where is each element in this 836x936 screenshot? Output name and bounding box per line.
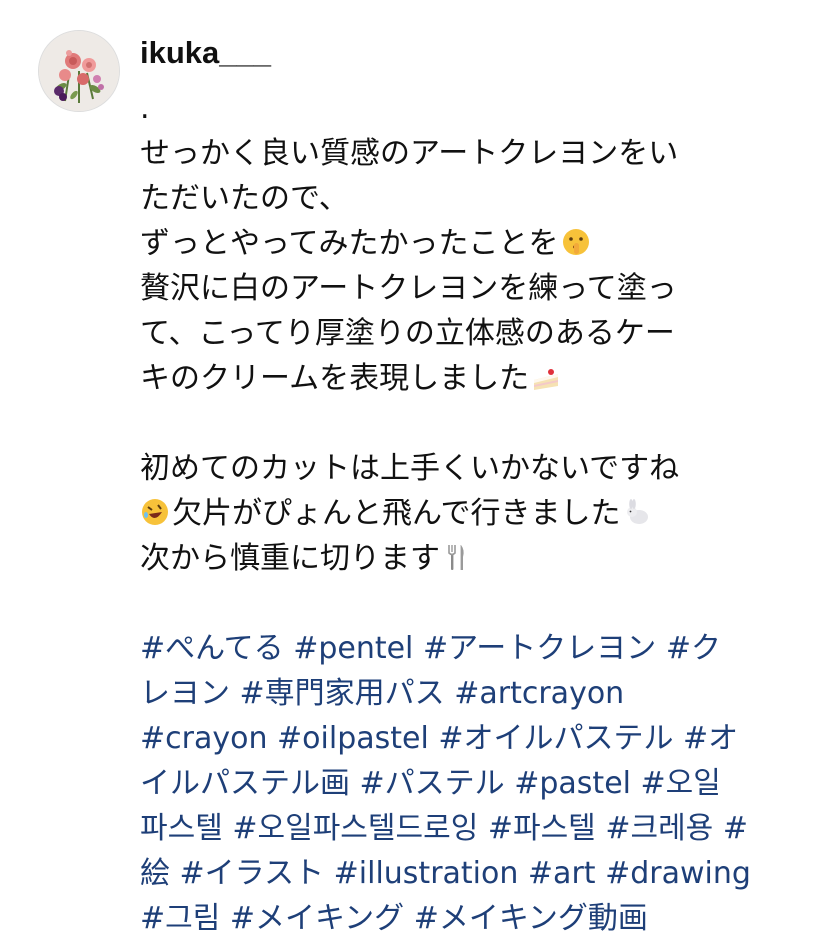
caption-text: . せっかく良い質感のアートクレヨンをい ただいたので、 ずっとやってみたかった… bbox=[140, 86, 790, 936]
hashtag-link[interactable]: #pentel bbox=[293, 631, 413, 666]
hashtag-link[interactable]: #파스텔 bbox=[488, 811, 596, 846]
hashtag-link[interactable]: #illustration bbox=[334, 856, 519, 891]
caption-line-text: 次から慎重に切ります bbox=[140, 541, 440, 576]
caption-line: 贅沢に白のアートクレヨンを練って塗っ bbox=[140, 271, 677, 306]
hashtag-link[interactable]: #アートクレヨン bbox=[423, 631, 656, 666]
caption-line-with-emoji: キのクリームを表現しました bbox=[140, 356, 790, 401]
hashtag-link[interactable]: #パステル bbox=[360, 766, 505, 801]
hashtag-link[interactable]: #オイルパステル bbox=[438, 721, 673, 756]
hashtag-link[interactable]: #crayon bbox=[140, 721, 267, 756]
rolling-on-floor-laughing-emoji bbox=[140, 495, 170, 540]
hashtag-line: #crayon #oilpastel #オイルパステル #オ bbox=[140, 716, 790, 761]
caption-line: ただいたので、 bbox=[140, 181, 349, 216]
hashtag-line: #ぺんてる #pentel #アートクレヨン #ク bbox=[140, 626, 790, 671]
hashtag-block: #ぺんてる #pentel #アートクレヨン #ク レヨン #専門家用パス #a… bbox=[140, 626, 790, 936]
hashtag-link[interactable]: #artcrayon bbox=[454, 676, 624, 711]
hashtag-link[interactable]: #専門家用パス bbox=[240, 676, 445, 711]
fork-and-knife-emoji bbox=[442, 540, 472, 585]
hashtag-line: 絵 #イラスト #illustration #art #drawing bbox=[140, 851, 790, 896]
hashtag-link[interactable]: #オ bbox=[683, 721, 738, 756]
caption-line: . bbox=[140, 91, 150, 126]
flower-bouquet-icon bbox=[39, 31, 119, 111]
hashtag-link[interactable]: #그림 bbox=[140, 901, 220, 936]
caption-line: 初めてのカットは上手くいかないですね bbox=[140, 451, 680, 486]
rabbit-emoji bbox=[623, 495, 653, 540]
hashtag-link[interactable]: #ク bbox=[666, 631, 721, 666]
hashtag-line: イルパステル画 #パステル #pastel #오일 bbox=[140, 761, 790, 806]
hashtag-link[interactable]: #イラスト bbox=[180, 856, 325, 891]
hashtag-link[interactable]: #メイキング bbox=[230, 901, 404, 936]
hashtag-link[interactable]: イルパステル画 bbox=[140, 766, 350, 801]
shortcake-emoji bbox=[531, 360, 561, 405]
instagram-post-caption: ikuka___ . せっかく良い質感のアートクレヨンをい ただいたので、 ずっ… bbox=[0, 0, 836, 936]
caption-line-text: 欠片がぴょんと飛んで行きました bbox=[172, 496, 621, 531]
hashtag-link[interactable]: #오일 bbox=[641, 766, 721, 801]
hashtag-link[interactable]: 파스텔 bbox=[140, 811, 223, 846]
avatar[interactable] bbox=[38, 30, 120, 112]
hashtag-link[interactable]: レヨン bbox=[140, 676, 230, 711]
hashtag-line: #그림 #メイキング #メイキング動画 bbox=[140, 896, 790, 936]
caption-line-with-emoji: 欠片がぴょんと飛んで行きました bbox=[140, 491, 790, 536]
caption-line: せっかく良い質感のアートクレヨンをい bbox=[140, 136, 679, 171]
hashtag-link[interactable]: #drawing bbox=[605, 856, 751, 891]
hashtag-line: レヨン #専門家用パス #artcrayon bbox=[140, 671, 790, 716]
hashtag-link[interactable]: #크레용 bbox=[605, 811, 713, 846]
caption-line: て、こってり厚塗りの立体感のあるケー bbox=[140, 316, 675, 351]
hashtag-link[interactable]: #오일파스텔드로잉 bbox=[232, 811, 478, 846]
hashtag-link[interactable]: #ぺんてる bbox=[140, 631, 284, 666]
caption-line-with-emoji: 次から慎重に切ります bbox=[140, 536, 790, 581]
shushing-face-emoji bbox=[561, 225, 591, 270]
caption-line-text: ずっとやってみたかったことを bbox=[140, 226, 559, 261]
hashtag-link[interactable]: # bbox=[723, 811, 748, 846]
caption-line-with-emoji: ずっとやってみたかったことを bbox=[140, 221, 790, 266]
username-link[interactable]: ikuka___ bbox=[140, 30, 271, 76]
hashtag-link[interactable]: #pastel bbox=[514, 766, 631, 801]
hashtag-link[interactable]: #oilpastel bbox=[277, 721, 429, 756]
hashtag-link[interactable]: 絵 bbox=[140, 856, 170, 891]
hashtag-link[interactable]: #メイキング動画 bbox=[414, 901, 648, 936]
hashtag-link[interactable]: #art bbox=[528, 856, 596, 891]
hashtag-line: 파스텔 #오일파스텔드로잉 #파스텔 #크레용 # bbox=[140, 806, 790, 851]
caption-line-text: キのクリームを表現しました bbox=[140, 361, 530, 396]
